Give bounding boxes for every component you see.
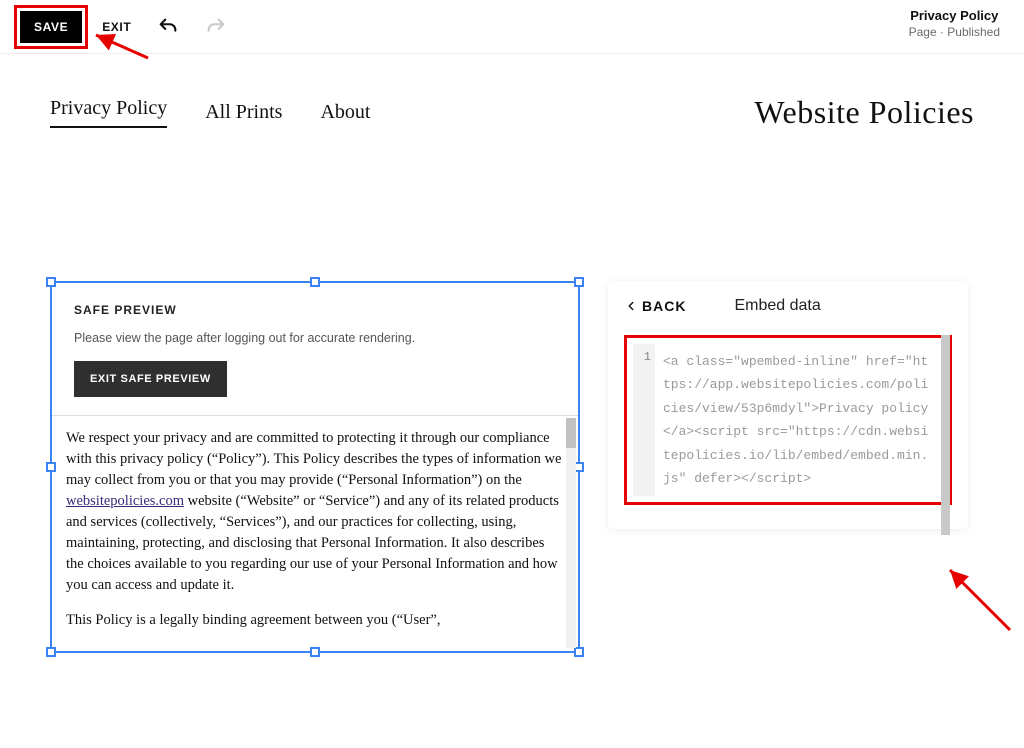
page-status-sub: Page · Published bbox=[909, 25, 1000, 39]
site-nav: Privacy Policy All Prints About Website … bbox=[0, 54, 1024, 141]
editor-topbar: SAVE EXIT Privacy Policy Page · Publishe… bbox=[0, 0, 1024, 54]
page-status: Privacy Policy Page · Published bbox=[909, 8, 1000, 39]
exit-safe-preview-button[interactable]: EXIT SAFE PREVIEW bbox=[74, 361, 227, 397]
scrollbar-thumb[interactable] bbox=[566, 418, 576, 448]
resize-handle[interactable] bbox=[574, 277, 584, 287]
policy-paragraph: We respect your privacy and are committe… bbox=[66, 428, 564, 596]
embed-data-panel: BACK Embed data 1 <a class="wpembed-inli… bbox=[608, 281, 968, 529]
save-highlight-box: SAVE bbox=[14, 5, 88, 49]
work-area: SAFE PREVIEW Please view the page after … bbox=[0, 141, 1024, 653]
policy-paragraph: This Policy is a legally binding agreeme… bbox=[66, 610, 564, 631]
panel-title: Embed data bbox=[734, 297, 820, 315]
code-gutter: 1 bbox=[633, 344, 655, 496]
scrollbar-track bbox=[566, 418, 576, 648]
exit-button[interactable]: EXIT bbox=[102, 20, 131, 34]
safe-preview-message: Please view the page after logging out f… bbox=[74, 331, 556, 345]
embed-code-box[interactable]: 1 <a class="wpembed-inline" href="https:… bbox=[633, 344, 943, 496]
nav-link-all-prints[interactable]: All Prints bbox=[205, 101, 282, 124]
embed-code-highlight-box: 1 <a class="wpembed-inline" href="https:… bbox=[624, 335, 952, 505]
scrollbar-thumb[interactable] bbox=[941, 335, 950, 535]
chevron-left-icon bbox=[624, 299, 638, 313]
selection-outline: SAFE PREVIEW Please view the page after … bbox=[50, 281, 580, 653]
site-brand: Website Policies bbox=[754, 94, 974, 131]
resize-handle[interactable] bbox=[46, 277, 56, 287]
safe-preview-banner: SAFE PREVIEW Please view the page after … bbox=[52, 283, 578, 416]
embed-block-editor[interactable]: SAFE PREVIEW Please view the page after … bbox=[50, 281, 580, 653]
back-button[interactable]: BACK bbox=[624, 298, 686, 314]
policy-link[interactable]: websitepolicies.com bbox=[66, 493, 184, 509]
page-status-title: Privacy Policy bbox=[909, 8, 1000, 23]
policy-text-body: We respect your privacy and are committe… bbox=[52, 416, 578, 651]
undo-icon[interactable] bbox=[157, 16, 179, 38]
safe-preview-title: SAFE PREVIEW bbox=[74, 303, 556, 317]
panel-header: BACK Embed data bbox=[624, 297, 952, 315]
resize-handle[interactable] bbox=[310, 277, 320, 287]
embed-code-text[interactable]: <a class="wpembed-inline" href="https://… bbox=[655, 344, 943, 496]
redo-icon[interactable] bbox=[205, 16, 227, 38]
nav-link-about[interactable]: About bbox=[320, 101, 370, 124]
nav-link-privacy-policy[interactable]: Privacy Policy bbox=[50, 97, 167, 128]
save-button[interactable]: SAVE bbox=[20, 11, 82, 43]
